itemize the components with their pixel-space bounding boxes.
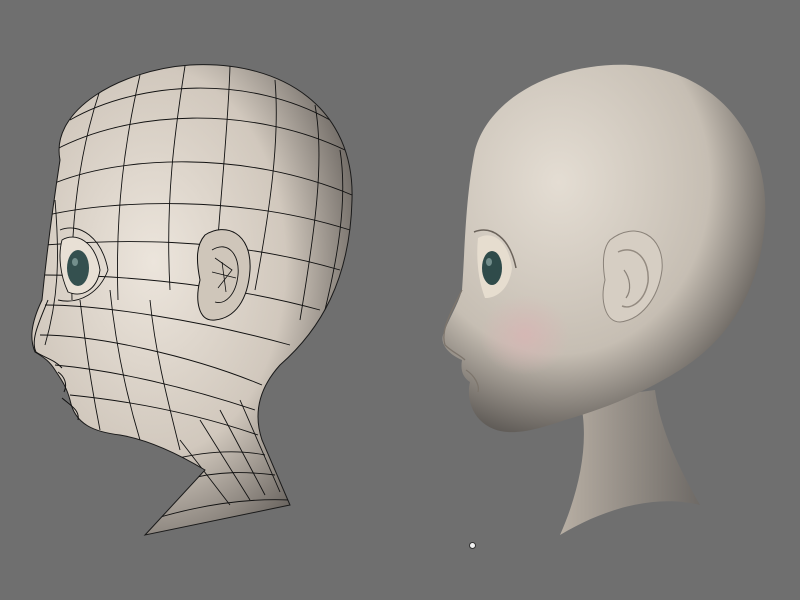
- viewport-canvas: [31, 64, 766, 536]
- wireframe-head-model[interactable]: [31, 64, 353, 536]
- shaded-head-model[interactable]: [442, 64, 766, 535]
- wireframe-head-surface: [31, 64, 353, 536]
- 3d-viewport[interactable]: [0, 0, 800, 600]
- mouse-cursor: [469, 542, 476, 549]
- cheek-blush: [480, 295, 570, 375]
